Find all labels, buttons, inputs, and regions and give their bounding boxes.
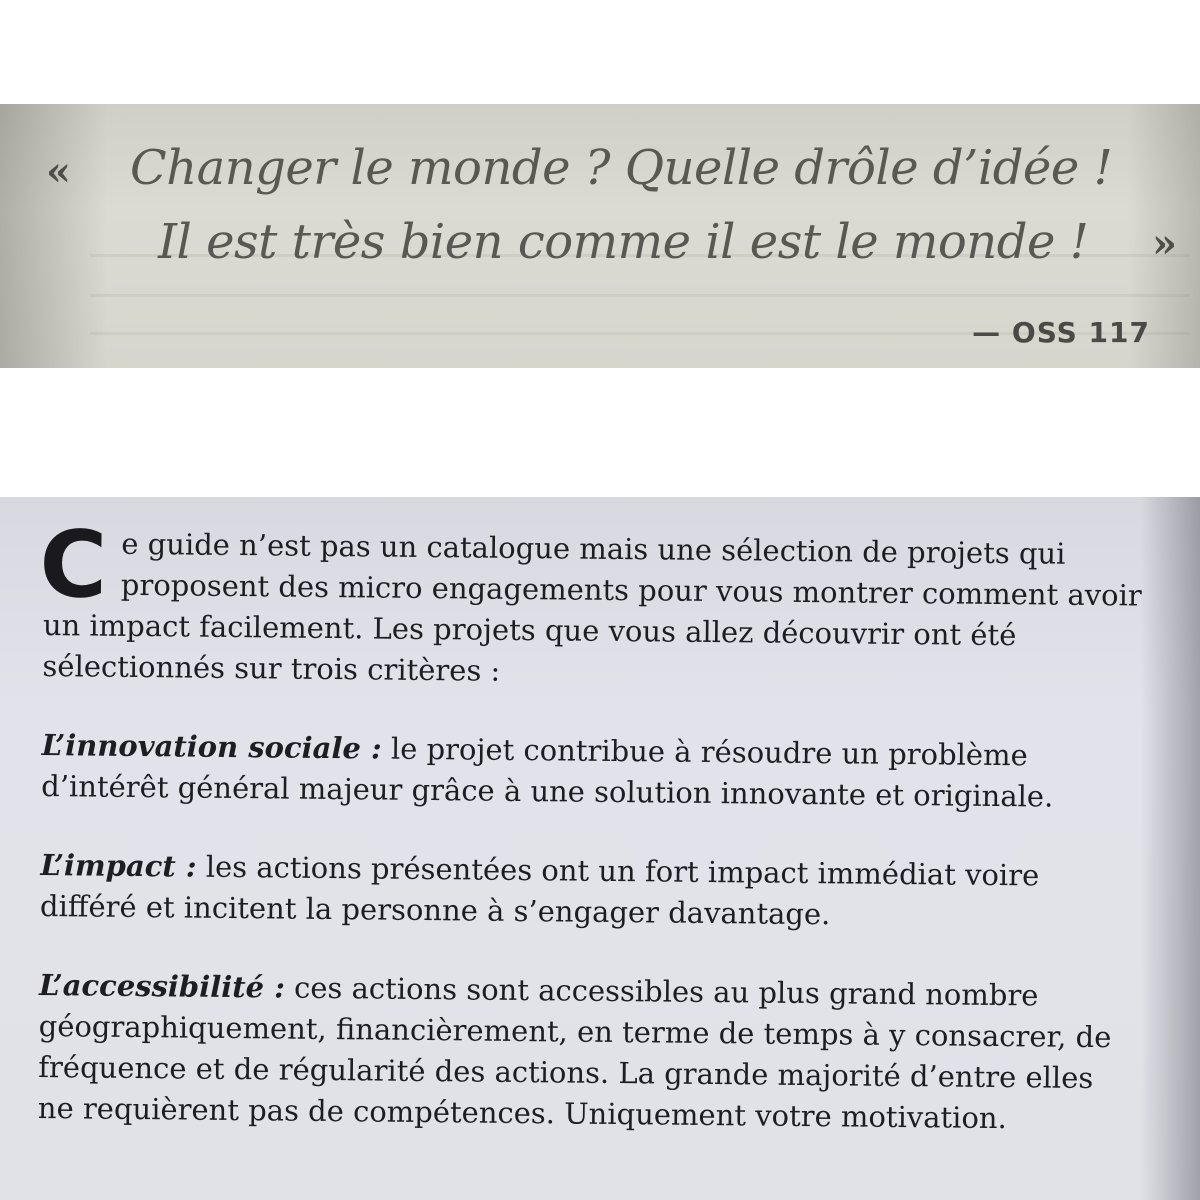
criterion-term: L’innovation sociale : — [41, 727, 382, 766]
criterion-term: L’accessibilité : — [38, 967, 286, 1005]
intro-text: e guide n’est pas un catalogue mais une … — [42, 526, 1142, 688]
bleed-through-line — [90, 294, 1190, 297]
quote-attribution: — OSS 117 — [972, 316, 1150, 349]
guide-text-block: C e guide n’est pas un catalogue mais un… — [38, 510, 1144, 1141]
quote-line-1: Changer le monde ? Quelle drôle d’idée ! — [130, 140, 1113, 196]
quote-close-mark: » — [1152, 220, 1177, 267]
drop-cap: C — [39, 510, 108, 619]
criterion-impact: L’impact : les actions présentées ont un… — [40, 845, 1141, 939]
criterion-innovation: L’innovation sociale : le projet contrib… — [41, 725, 1142, 819]
criterion-term: L’impact : — [40, 847, 197, 884]
criterion-accessibility: L’accessibilité : ces actions sont acces… — [38, 965, 1140, 1141]
quote-open-mark: « — [46, 148, 71, 195]
quote-photo: « Changer le monde ? Quelle drôle d’idée… — [0, 104, 1200, 368]
guide-photo: C e guide n’est pas un catalogue mais un… — [0, 497, 1200, 1200]
quote-line-2: Il est très bien comme il est le monde ! — [158, 214, 1089, 270]
intro-paragraph: C e guide n’est pas un catalogue mais un… — [39, 510, 1144, 699]
